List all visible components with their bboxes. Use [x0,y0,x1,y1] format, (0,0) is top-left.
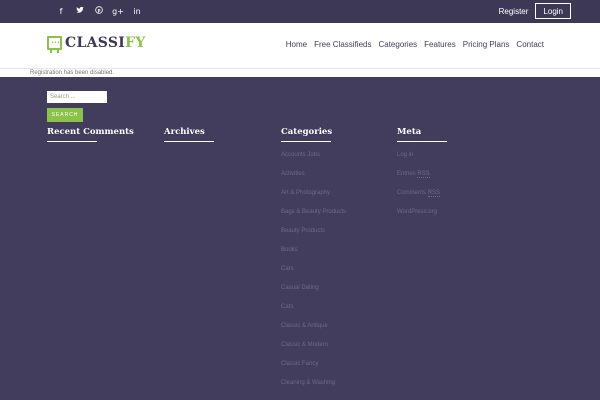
category-list: Accounts Jobs Activities Art & Photograp… [281,151,346,387]
category-link[interactable]: Cars [281,265,346,273]
facebook-icon[interactable]: f [52,6,70,18]
meta-comments-rss-link[interactable]: Comments RSS [397,189,447,197]
title-divider [281,141,331,142]
widget-title: Categories [281,127,333,137]
meta-login-link[interactable]: Log in [397,151,447,159]
logo-text: CLASSIFY [65,35,146,51]
category-link[interactable]: Cleaning & Washing [281,379,346,387]
login-button[interactable]: Login [535,3,571,19]
notice-text: Registration has been disabled. [30,70,115,76]
category-link[interactable]: Casual Dating [281,284,346,292]
meta-entries-rss-link[interactable]: Entries RSS [397,170,447,178]
widget-title: Meta [397,127,422,137]
nav-pricing-plans[interactable]: Pricing Plans [463,40,510,49]
category-link[interactable]: Beauty Products [281,227,346,235]
svg-text:p: p [98,8,101,13]
widget-title: Archives [164,127,205,137]
widget-archives: Archives [164,127,214,142]
category-link[interactable]: Bags & Beauty Products [281,208,346,216]
widget-meta: Meta Log in Entries RSS Comments RSS Wor… [397,127,447,227]
register-link[interactable]: Register [499,7,529,16]
nav-free-classifieds[interactable]: Free Classifieds [314,40,371,49]
top-bar: f p g+ in Register Login [0,0,600,23]
category-link[interactable]: Classic & Antique [281,322,346,330]
title-divider [397,141,447,142]
search-input[interactable]: Search ... [47,91,107,103]
social-links: f p g+ in [52,6,147,18]
nav-categories[interactable]: Categories [378,40,417,49]
main-nav: Home Free Classifieds Categories Feature… [286,40,544,49]
billboard-icon: ••• [47,36,62,53]
category-link[interactable]: Books [281,246,346,254]
widget-categories: Categories Accounts Jobs Activities Art … [281,127,346,398]
search-button[interactable]: SEARCH [47,108,83,122]
twitter-icon[interactable] [71,6,89,18]
account-links: Register Login [499,3,600,19]
title-divider [47,141,97,142]
linkedin-icon[interactable]: in [128,6,146,18]
category-link[interactable]: Cats [281,303,346,311]
widget-recent-comments: Recent Comments [47,127,134,142]
meta-list: Log in Entries RSS Comments RSS WordPres… [397,151,447,216]
title-divider [164,141,214,142]
category-link[interactable]: Art & Photography [281,189,346,197]
site-logo[interactable]: ••• CLASSIFY [47,35,146,53]
category-link[interactable]: Accounts Jobs [281,151,346,159]
nav-features[interactable]: Features [424,40,456,49]
category-link[interactable]: Activities [281,170,346,178]
category-link[interactable]: Classic & Modern [281,341,346,349]
pinterest-icon[interactable]: p [90,6,108,18]
category-link[interactable]: Classic Fancy [281,360,346,368]
nav-home[interactable]: Home [286,40,307,49]
registration-notice: Registration has been disabled. [0,68,600,77]
google-plus-icon[interactable]: g+ [109,6,127,18]
meta-wordpress-link[interactable]: WordPress.org [397,208,447,216]
widget-title: Recent Comments [47,127,134,137]
nav-contact[interactable]: Contact [516,40,544,49]
site-header: ••• CLASSIFY Home Free Classifieds Categ… [0,23,600,68]
